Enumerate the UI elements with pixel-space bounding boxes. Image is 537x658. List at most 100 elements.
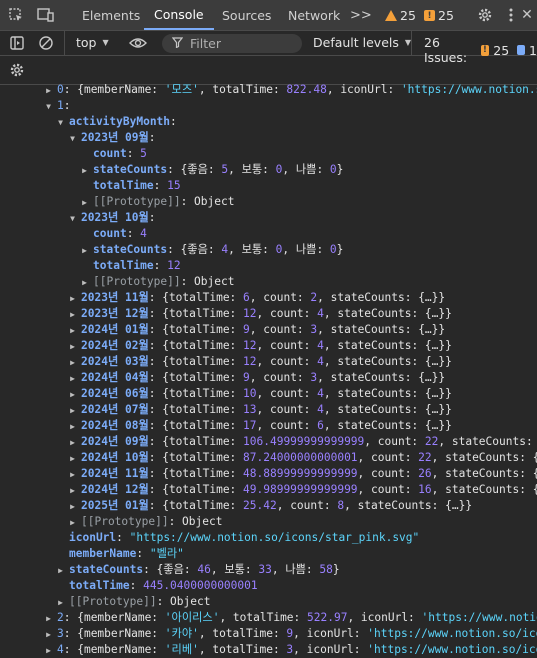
issues-badge[interactable]: ! 25 xyxy=(424,8,454,23)
expand-caret-closed-icon[interactable]: ▶ xyxy=(68,515,77,530)
inspect-element-icon[interactable] xyxy=(5,4,27,26)
console-text: , count: xyxy=(256,355,318,368)
console-line[interactable]: ▼ 2023년 10월: xyxy=(0,210,537,226)
expand-caret-closed-icon[interactable]: ▶ xyxy=(68,419,77,434)
property-key: 2024년 11월 xyxy=(81,467,149,480)
console-line[interactable]: ▶ 2024년 09월: {totalTime: 106.499999999999… xyxy=(0,434,537,450)
expand-caret-closed-icon[interactable]: ▶ xyxy=(56,563,65,578)
expand-caret-closed-icon[interactable]: ▶ xyxy=(68,467,77,482)
expand-caret-closed-icon[interactable]: ▶ xyxy=(44,611,53,626)
console-text: , stateCounts: {…}} xyxy=(323,419,452,432)
expand-caret-closed-icon[interactable]: ▶ xyxy=(68,371,77,386)
number-value: 58 xyxy=(319,563,333,576)
console-line[interactable]: ▶ 2024년 04월: {totalTime: 9, count: 3, sta… xyxy=(0,370,537,386)
settings-gear-icon[interactable] xyxy=(474,4,496,26)
console-text: : xyxy=(129,579,144,592)
live-expression-eye-icon[interactable] xyxy=(127,32,149,54)
number-value: 46 xyxy=(197,563,211,576)
console-line[interactable]: ▶ 2024년 12월: {totalTime: 49.9899999999999… xyxy=(0,482,537,498)
string-value: '카야' xyxy=(164,627,199,640)
console-line[interactable]: ▶ 2024년 10월: {totalTime: 87.2400000000000… xyxy=(0,450,537,466)
number-value: 22 xyxy=(418,451,432,464)
tab-sources[interactable]: Sources xyxy=(212,0,281,30)
expand-caret-open-icon[interactable]: ▼ xyxy=(68,131,77,146)
expand-caret-closed-icon[interactable]: ▶ xyxy=(80,195,89,210)
console-line[interactable]: ▶ 2024년 07월: {totalTime: 13, count: 4, st… xyxy=(0,402,537,418)
expand-caret-closed-icon[interactable]: ▶ xyxy=(44,627,53,642)
expand-caret-closed-icon[interactable]: ▶ xyxy=(68,291,77,306)
expand-caret-closed-icon[interactable]: ▶ xyxy=(80,275,89,290)
property-key: [[Prototype]] xyxy=(93,275,181,288)
more-tabs-button[interactable]: >> xyxy=(340,0,382,30)
console-line[interactable]: ▶ 2024년 03월: {totalTime: 12, count: 4, st… xyxy=(0,354,537,370)
console-line[interactable]: ▼ 2023년 09월: xyxy=(0,130,537,146)
expand-caret-closed-icon[interactable]: ▶ xyxy=(68,451,77,466)
expand-caret-closed-icon[interactable]: ▶ xyxy=(80,163,89,178)
console-line[interactable]: ▶ 3: {memberName: '카야', totalTime: 9, ico… xyxy=(0,626,537,642)
filter-input[interactable]: Filter xyxy=(162,34,302,53)
console-line[interactable]: ▶ stateCounts: {좋음: 5, 보통: 0, 나쁨: 0} xyxy=(0,162,537,178)
console-line[interactable]: ▶ 2: {memberName: '아이리스', totalTime: 522.… xyxy=(0,610,537,626)
expand-caret-closed-icon[interactable]: ▶ xyxy=(68,323,77,338)
expand-caret-closed-icon[interactable]: ▶ xyxy=(68,355,77,370)
console-text: : xyxy=(136,547,150,560)
expand-caret-closed-icon[interactable]: ▶ xyxy=(68,483,77,498)
device-toolbar-icon[interactable] xyxy=(35,4,57,26)
console-line[interactable]: ▶ 2024년 02월: {totalTime: 12, count: 4, st… xyxy=(0,338,537,354)
sidebar-toggle-icon[interactable] xyxy=(6,32,28,54)
console-line[interactable]: ▶ [[Prototype]]: Object xyxy=(0,514,537,530)
expand-caret-closed-icon[interactable]: ▶ xyxy=(68,307,77,322)
console-line[interactable]: ▶ stateCounts: {좋음: 4, 보통: 0, 나쁨: 0} xyxy=(0,242,537,258)
console-line: totalTime: 445.0400000000001 xyxy=(0,578,537,594)
log-levels-dropdown[interactable]: Default levels ▼ xyxy=(313,35,411,50)
clear-console-icon[interactable] xyxy=(35,32,57,54)
console-text: , iconUrl: xyxy=(326,83,401,96)
number-value: 6 xyxy=(243,291,250,304)
expand-caret-closed-icon[interactable]: ▶ xyxy=(68,403,77,418)
console-text: : {totalTime: xyxy=(148,355,244,368)
warnings-badge[interactable]: 25 xyxy=(385,8,416,23)
console-line[interactable]: ▼ 1: xyxy=(0,98,537,114)
tab-elements[interactable]: Elements xyxy=(72,0,150,30)
console-text: : {totalTime: xyxy=(148,307,244,320)
expand-caret-closed-icon[interactable]: ▶ xyxy=(68,387,77,402)
expand-caret-closed-icon[interactable]: ▶ xyxy=(44,83,53,98)
console-line[interactable]: ▶ 2024년 01월: {totalTime: 9, count: 3, sta… xyxy=(0,322,537,338)
console-line: totalTime: 15 xyxy=(0,178,537,194)
expand-caret-open-icon[interactable]: ▼ xyxy=(68,211,77,226)
tab-console[interactable]: Console xyxy=(144,0,214,30)
expand-caret-closed-icon[interactable]: ▶ xyxy=(68,435,77,450)
console-line[interactable]: ▶ 2023년 11월: {totalTime: 6, count: 2, sta… xyxy=(0,290,537,306)
expand-caret-closed-icon[interactable]: ▶ xyxy=(56,595,65,610)
console-text: : {memberName: xyxy=(63,83,165,96)
number-value: 822.48 xyxy=(286,83,327,96)
expand-caret-open-icon[interactable]: ▼ xyxy=(56,115,65,130)
number-value: 106.49999999999999 xyxy=(243,435,365,448)
number-value: 48.88999999999999 xyxy=(243,467,358,480)
console-line[interactable]: ▶ 2024년 06월: {totalTime: 10, count: 4, st… xyxy=(0,386,537,402)
console-line[interactable]: ▶ 2023년 12월: {totalTime: 12, count: 4, st… xyxy=(0,306,537,322)
console-text: : {totalTime: xyxy=(148,419,244,432)
console-line[interactable]: ▶ 2025년 01월: {totalTime: 25.42, count: 8,… xyxy=(0,498,537,514)
console-line[interactable]: ▶ [[Prototype]]: Object xyxy=(0,594,537,610)
close-devtools-icon[interactable]: ✕ xyxy=(516,4,537,26)
string-value: '리베' xyxy=(164,643,199,656)
console-text: , stateCounts: {…}} xyxy=(323,307,452,320)
expand-caret-closed-icon[interactable]: ▶ xyxy=(68,339,77,354)
console-line[interactable]: ▶ 2024년 11월: {totalTime: 48.8899999999999… xyxy=(0,466,537,482)
console-settings-gear-icon[interactable] xyxy=(6,59,28,81)
console-line[interactable]: ▶ [[Prototype]]: Object xyxy=(0,194,537,210)
expand-caret-closed-icon[interactable]: ▶ xyxy=(80,243,89,258)
console-line[interactable]: ▶ stateCounts: {좋음: 46, 보통: 33, 나쁨: 58} xyxy=(0,562,537,578)
console-text: , 보통: xyxy=(228,243,276,256)
console-line[interactable]: ▼ activityByMonth: xyxy=(0,114,537,130)
console-line[interactable]: ▶ [[Prototype]]: Object xyxy=(0,274,537,290)
number-value: 22 xyxy=(424,435,439,448)
console-line[interactable]: ▶ 0: {memberName: '모즈', totalTime: 822.48… xyxy=(0,82,537,98)
property-key: 3 xyxy=(57,627,64,640)
expand-caret-closed-icon[interactable]: ▶ xyxy=(68,499,77,514)
console-line[interactable]: ▶ 2024년 08월: {totalTime: 17, count: 6, st… xyxy=(0,418,537,434)
issue-square-icon: ! xyxy=(480,44,490,56)
context-selector[interactable]: top ▼ xyxy=(76,35,109,50)
expand-caret-open-icon[interactable]: ▼ xyxy=(44,99,53,114)
